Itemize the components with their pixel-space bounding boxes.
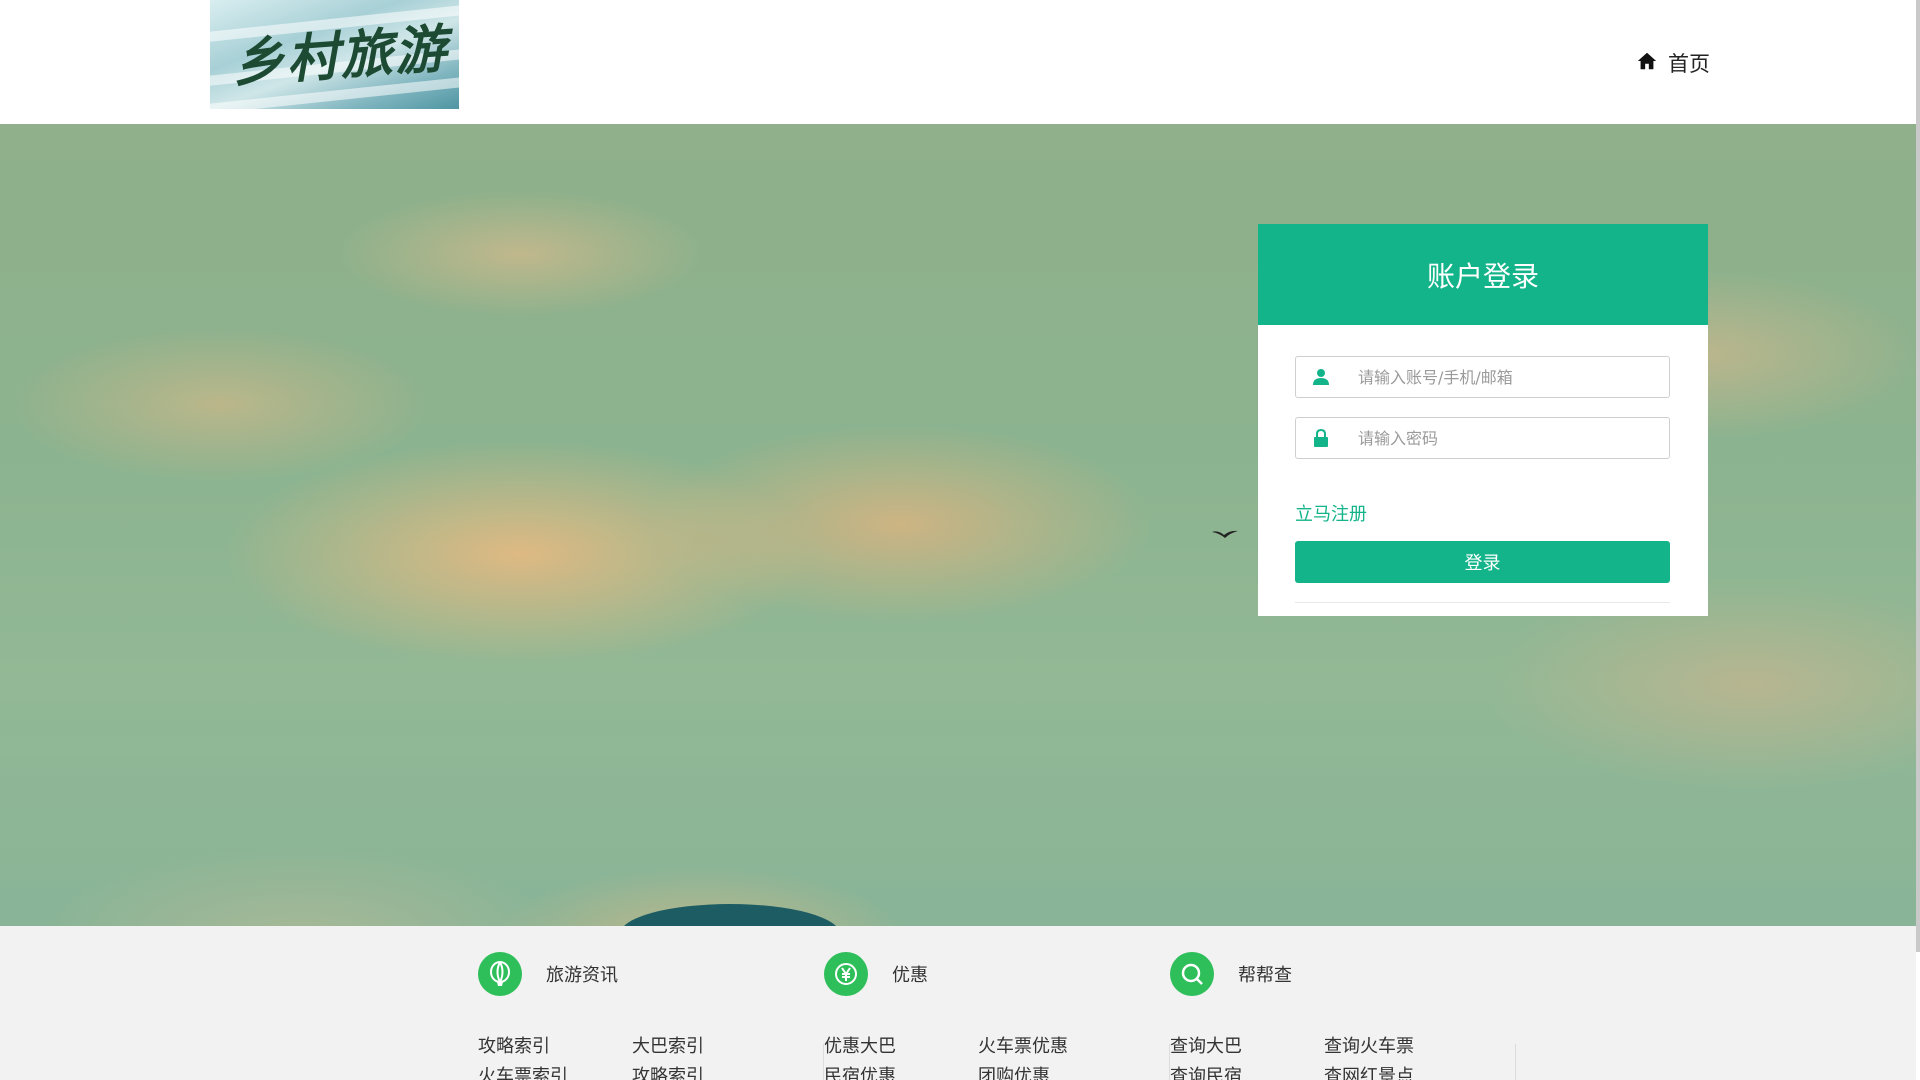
register-link[interactable]: 立马注册 xyxy=(1295,500,1367,526)
footer-link[interactable]: 火车票索引 xyxy=(478,1066,632,1080)
username-field[interactable] xyxy=(1295,356,1670,398)
footer-link[interactable]: 优惠大巴 xyxy=(824,1036,978,1058)
hero-background: 账户登录 立马注册 登录 xyxy=(0,124,1916,926)
footer-link[interactable]: 查询大巴 xyxy=(1170,1036,1324,1058)
login-header: 账户登录 xyxy=(1258,224,1708,325)
bird-icon xyxy=(1212,524,1238,545)
nav-home-label: 首页 xyxy=(1668,52,1710,76)
username-input[interactable] xyxy=(1346,367,1646,387)
page-scrollbar[interactable] xyxy=(1916,0,1920,952)
card-divider xyxy=(1295,602,1670,603)
footer-column-lookup: 帮帮查 查询大巴 查询火车票 查询民宿 查网红景点 xyxy=(1170,952,1516,1080)
login-title: 账户登录 xyxy=(1426,259,1539,293)
footer-column-title: 旅游资讯 xyxy=(546,965,618,986)
footer-column-title: 帮帮查 xyxy=(1238,965,1292,986)
user-icon xyxy=(1296,368,1346,386)
yen-icon xyxy=(824,952,868,996)
balloon-icon xyxy=(478,952,522,996)
login-card: 账户登录 立马注册 登录 xyxy=(1258,224,1708,616)
site-footer: 旅游资讯 攻略索引 大巴索引 火车票索引 攻略索引 优惠 优惠大巴 火车票优惠 … xyxy=(0,926,1916,1080)
footer-column-travel-info: 旅游资讯 攻略索引 大巴索引 火车票索引 攻略索引 xyxy=(478,952,824,1080)
footer-link[interactable]: 团购优惠 xyxy=(978,1066,1132,1080)
password-field[interactable] xyxy=(1295,417,1670,459)
login-button[interactable]: 登录 xyxy=(1295,541,1670,583)
footer-divider xyxy=(1515,1044,1516,1080)
logo-text: 乡村旅游 xyxy=(230,18,451,95)
hill-silhouette xyxy=(620,904,840,926)
lock-icon xyxy=(1296,429,1346,447)
footer-link[interactable]: 火车票优惠 xyxy=(978,1036,1132,1058)
footer-column-discounts: 优惠 优惠大巴 火车票优惠 民宿优惠 团购优惠 xyxy=(824,952,1170,1080)
home-icon xyxy=(1636,50,1658,76)
password-input[interactable] xyxy=(1346,428,1646,448)
nav-home-link[interactable]: 首页 xyxy=(1636,48,1710,78)
search-icon xyxy=(1170,952,1214,996)
site-header: 乡村旅游 首页 xyxy=(0,0,1920,124)
footer-link[interactable]: 大巴索引 xyxy=(632,1036,786,1058)
site-logo[interactable]: 乡村旅游 xyxy=(210,0,459,109)
footer-link[interactable]: 查网红景点 xyxy=(1324,1066,1478,1080)
footer-link[interactable]: 攻略索引 xyxy=(478,1036,632,1058)
footer-column-title: 优惠 xyxy=(892,965,928,986)
footer-link[interactable]: 攻略索引 xyxy=(632,1066,786,1080)
footer-link[interactable]: 民宿优惠 xyxy=(824,1066,978,1080)
footer-link[interactable]: 查询火车票 xyxy=(1324,1036,1478,1058)
footer-link[interactable]: 查询民宿 xyxy=(1170,1066,1324,1080)
